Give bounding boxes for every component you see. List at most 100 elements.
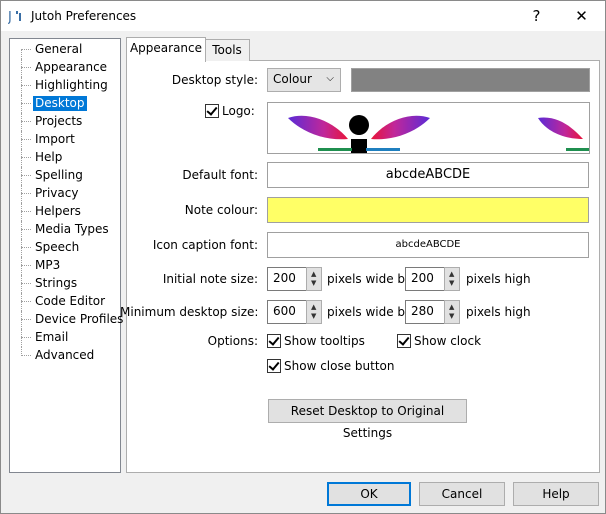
sidebar-item-label: Highlighting [35,78,108,92]
up-arrow-icon: ▲ [449,270,455,278]
window-title: Jutoh Preferences [31,9,137,23]
sidebar-item-general[interactable]: General [10,41,120,59]
sidebar-item-privacy[interactable]: Privacy [10,185,120,203]
ok-label: OK [360,487,378,501]
sidebar-item-label: Media Types [35,222,109,236]
show-clock-label[interactable]: Show clock [414,334,481,348]
sidebar-item-helpers[interactable]: Helpers [10,203,120,221]
show-clock-checkbox[interactable] [397,334,411,348]
initial-note-size-label: Initial note size: [162,272,258,286]
sidebar-item-label: Desktop [33,96,87,111]
up-arrow-icon: ▲ [311,303,317,311]
show-tooltips-label[interactable]: Show tooltips [284,334,365,348]
help-title-button[interactable]: ? [514,1,559,31]
sidebar-item-label: Help [35,150,63,164]
options-label: Options: [207,334,258,348]
sidebar-item-email[interactable]: Email [10,329,120,347]
icon-caption-font-label: Icon caption font: [152,238,258,252]
sidebar-item-mp3[interactable]: MP3 [10,257,120,275]
pixels-wide-by-label: pixels wide by [327,305,413,319]
sidebar-item-label: Device Profiles [35,312,124,326]
up-arrow-icon: ▲ [449,303,455,311]
desktop-style-value: Colour [273,72,312,86]
note-colour-label: Note colour: [184,203,258,217]
show-close-button-checkbox[interactable] [267,359,281,373]
down-arrow-icon: ▼ [449,279,455,287]
pixels-high-label: pixels high [466,272,531,286]
svg-text:J: J [8,10,12,24]
title-bar: J Jutoh Preferences ? ✕ [1,1,605,31]
sidebar-item-projects[interactable]: Projects [10,113,120,131]
sidebar-item-code-editor[interactable]: Code Editor [10,293,120,311]
desktop-style-label: Desktop style: [171,73,258,87]
down-arrow-icon: ▼ [311,312,317,320]
sidebar-item-label: Spelling [35,168,83,182]
tab-label: Tools [212,43,242,57]
category-tree[interactable]: General Appearance Highlighting Desktop … [9,38,123,473]
initial-note-height-input[interactable]: 200 [405,267,445,291]
sidebar-item-label: Appearance [35,60,108,74]
sidebar-item-media-types[interactable]: Media Types [10,221,120,239]
min-desktop-height-input[interactable]: 280 [405,300,445,324]
sidebar-item-label: Helpers [35,204,81,218]
initial-note-width-input[interactable]: 200 [267,267,307,291]
sidebar-item-label: MP3 [35,258,61,272]
sidebar-item-advanced[interactable]: Advanced [10,347,120,365]
sidebar-item-device-profiles[interactable]: Device Profiles [10,311,123,329]
icon-caption-font-button[interactable]: abcdeABCDE [267,232,589,258]
down-arrow-icon: ▼ [311,279,317,287]
logo-checkbox[interactable] [205,104,219,118]
sidebar-item-appearance[interactable]: Appearance [10,59,120,77]
sidebar-item-label: Code Editor [35,294,106,308]
min-desktop-width-input[interactable]: 600 [267,300,307,324]
min-desktop-height-value: 280 [411,304,434,318]
tab-tools[interactable]: Tools [204,39,250,61]
chevron-down-icon: ⌵ [326,73,334,84]
note-colour-swatch[interactable] [267,197,589,223]
tab-label: Appearance [129,41,203,55]
initial-note-height-value: 200 [411,271,434,285]
sidebar-item-highlighting[interactable]: Highlighting [10,77,120,95]
help-button[interactable]: Help [513,482,599,506]
desktop-colour-swatch[interactable] [351,68,590,92]
show-tooltips-checkbox[interactable] [267,334,281,348]
ok-button[interactable]: OK [327,482,411,506]
close-icon: ✕ [575,7,588,25]
show-close-button-label[interactable]: Show close button [284,359,395,373]
initial-note-width-spinner[interactable]: ▲ ▼ [306,267,322,291]
close-window-button[interactable]: ✕ [559,1,604,31]
sidebar-item-label: Projects [35,114,83,128]
min-desktop-width-value: 600 [273,304,296,318]
sidebar-item-help[interactable]: Help [10,149,120,167]
sidebar-item-label: Strings [35,276,78,290]
initial-note-width-value: 200 [273,271,296,285]
sidebar-item-label: Speech [35,240,80,254]
icon-caption-font-sample: abcdeABCDE [395,239,461,250]
sidebar-item-label: Email [35,330,69,344]
logo-label: Logo: [222,104,255,118]
sidebar-item-strings[interactable]: Strings [10,275,120,293]
reset-desktop-button[interactable]: Reset Desktop to Original Settings [268,399,467,440]
desktop-style-select[interactable]: Colour ⌵ [267,68,341,92]
sidebar-item-label: General [35,42,83,56]
minimum-desktop-size-label: Minimum desktop size: [120,305,259,319]
pixels-high-label: pixels high [466,305,531,319]
question-icon: ? [532,7,541,25]
default-font-label: Default font: [182,168,258,182]
down-arrow-icon: ▼ [449,312,455,320]
cancel-button[interactable]: Cancel [419,482,505,506]
cancel-label: Cancel [441,487,483,501]
up-arrow-icon: ▲ [311,270,317,278]
sidebar-item-desktop[interactable]: Desktop [10,95,120,113]
jutoh-app-icon: J [8,10,21,24]
min-desktop-width-spinner[interactable]: ▲ ▼ [306,300,322,324]
sidebar-item-speech[interactable]: Speech [10,239,120,257]
min-desktop-height-spinner[interactable]: ▲ ▼ [444,300,460,324]
help-label: Help [542,487,570,501]
logo-preview[interactable] [267,102,590,154]
initial-note-height-spinner[interactable]: ▲ ▼ [444,267,460,291]
default-font-button[interactable]: abcdeABCDE [267,162,589,188]
sidebar-item-import[interactable]: Import [10,131,120,149]
tab-appearance[interactable]: Appearance [126,37,206,62]
sidebar-item-spelling[interactable]: Spelling [10,167,120,185]
